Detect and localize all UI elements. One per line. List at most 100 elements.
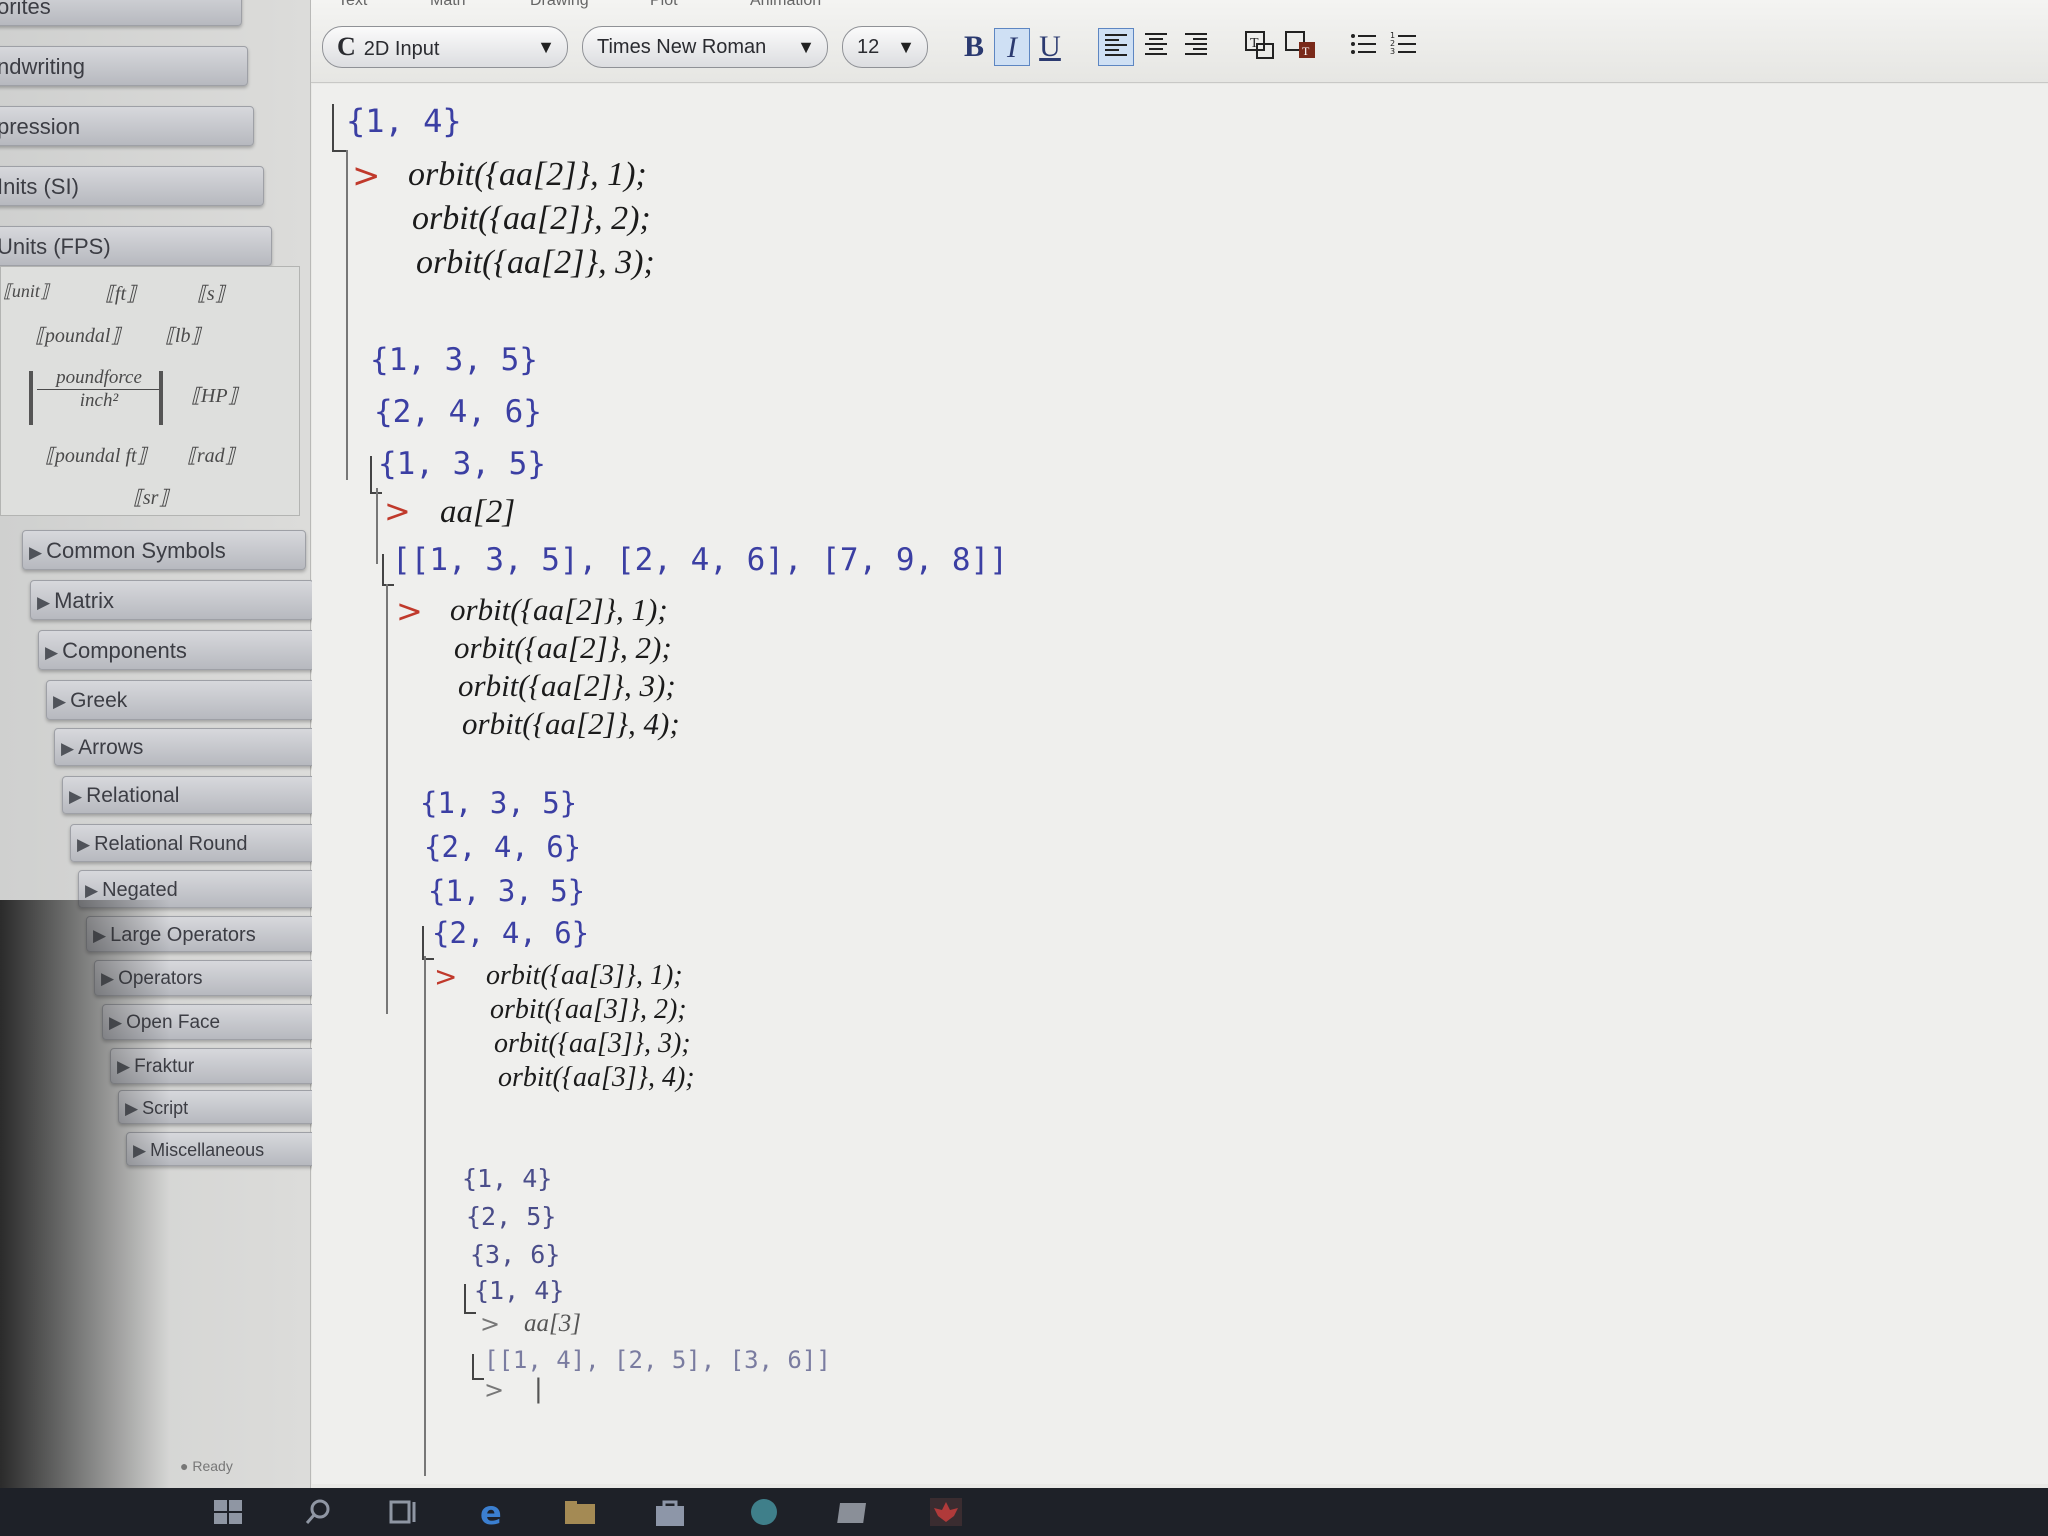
chevron-down-icon: ▼ (537, 37, 555, 57)
poundal-ft-unit-button[interactable]: ⟦poundal ft⟧ (45, 443, 146, 468)
input-line[interactable]: orbit({aa[2]}, 2); (412, 200, 651, 238)
input-mode-dropdown[interactable]: C 2D Input ▼ (322, 26, 568, 68)
sr-unit-button[interactable]: ⟦sr⟧ (133, 485, 168, 510)
palette-handwriting[interactable]: ndwriting (0, 46, 248, 86)
search-icon[interactable] (300, 1496, 336, 1528)
poundal-unit-button[interactable]: ⟦poundal⟧ (35, 323, 120, 348)
output-line: {1, 3, 5} (378, 446, 546, 482)
input-line[interactable]: aa[3] (524, 1310, 581, 1338)
input-line[interactable]: orbit({aa[3]}, 1); (486, 960, 683, 992)
align-left-icon (1105, 34, 1127, 56)
table-insert-button[interactable]: T (1282, 28, 1318, 66)
chevron-down-icon: ▼ (897, 37, 915, 57)
input-line[interactable]: orbit({aa[3]}, 4); (498, 1062, 695, 1094)
input-line[interactable]: orbit({aa[2]}, 1); (450, 592, 668, 628)
italic-button[interactable]: I (994, 28, 1030, 66)
app-window-icon[interactable] (836, 1496, 872, 1528)
text-box-button[interactable]: T (1242, 28, 1278, 66)
palette-label: Inits (SI) (0, 174, 79, 199)
input-line[interactable]: orbit({aa[3]}, 2); (490, 994, 687, 1026)
input-line[interactable]: aa[2] (440, 494, 515, 531)
palette-label: Units (FPS) (0, 234, 111, 259)
svg-text:e: e (480, 1496, 502, 1528)
input-line[interactable]: orbit({aa[2]}, 3); (458, 668, 676, 704)
windows-start-icon[interactable] (210, 1496, 246, 1528)
font-size-dropdown[interactable]: 12 ▼ (842, 26, 928, 68)
palette-expression[interactable]: pression (0, 106, 254, 146)
s-unit-button[interactable]: ⟦s⟧ (197, 281, 225, 306)
palette-matrix[interactable]: ▶ Matrix (30, 580, 314, 620)
status-dot-icon: ● (180, 1458, 193, 1474)
tab-math[interactable]: Math (430, 0, 466, 9)
output-line: {2, 4, 6} (432, 916, 590, 950)
prompt-icon: > (434, 960, 458, 993)
group-bar (346, 150, 348, 480)
triangle-right-icon: ▶ (53, 692, 67, 711)
group-bar (376, 488, 378, 564)
prompt-icon: > (384, 492, 411, 530)
palette-label: Relational Round (94, 833, 248, 855)
font-family-dropdown[interactable]: Times New Roman ▼ (582, 26, 828, 68)
input-line[interactable]: orbit({aa[2]}, 1); (408, 156, 647, 194)
svg-text:3: 3 (1390, 47, 1395, 56)
group-bar (386, 584, 388, 1014)
worksheet[interactable]: {1, 4} > orbit({aa[2]}, 1); orbit({aa[2]… (312, 84, 2048, 1484)
bullet-list-icon (1351, 34, 1376, 54)
tab-text[interactable]: Text (338, 0, 367, 9)
ft-unit-button[interactable]: ⟦ft⟧ (105, 281, 136, 306)
windows-taskbar: e (0, 1488, 2048, 1536)
lb-unit-button[interactable]: ⟦lb⟧ (165, 323, 200, 348)
align-left-button[interactable] (1098, 28, 1134, 66)
input-line[interactable]: orbit({aa[3]}, 3); (494, 1028, 691, 1060)
triangle-right-icon: ▶ (45, 643, 59, 662)
maple-app-icon[interactable] (928, 1496, 964, 1528)
bullet-list-button[interactable] (1346, 28, 1382, 66)
tab-animation[interactable]: Animation (750, 0, 821, 9)
file-explorer-icon[interactable] (562, 1496, 598, 1528)
tab-plot[interactable]: Plot (650, 0, 678, 9)
matrix-output-line: [[1, 3, 5], [2, 4, 6], [7, 9, 8]] (392, 542, 1008, 578)
tab-drawing[interactable]: Drawing (530, 0, 589, 9)
prompt-icon: > (484, 1376, 505, 1404)
units-fps-panel: ⟦unit⟧ ⟦ft⟧ ⟦s⟧ ⟦poundal⟧ ⟦lb⟧ poundforc… (0, 266, 300, 516)
bold-button[interactable]: B (956, 28, 992, 66)
chevron-down-icon: ▼ (797, 37, 815, 57)
output-line: {2, 4, 6} (424, 830, 582, 864)
palette-favorites[interactable]: orites (0, 0, 242, 26)
rad-unit-button[interactable]: ⟦rad⟧ (187, 443, 235, 468)
unit-button[interactable]: ⟦unit⟧ (3, 281, 49, 302)
align-center-button[interactable] (1138, 28, 1174, 66)
poundforce-per-inch2-button[interactable]: poundforce inch² (37, 367, 161, 412)
palette-greek[interactable]: ▶ Greek (46, 680, 330, 720)
input-line[interactable]: orbit({aa[2]}, 4); (462, 706, 680, 742)
app-circle-icon[interactable] (746, 1496, 782, 1528)
edge-browser-icon[interactable]: e (476, 1494, 512, 1532)
palette-label: Components (62, 638, 187, 663)
palette-relational[interactable]: ▶ Relational (62, 776, 346, 814)
palette-label: Greek (70, 689, 128, 712)
fraction-numerator: poundforce (37, 367, 161, 390)
input-line[interactable]: orbit({aa[2]}, 2); (454, 630, 672, 666)
output-line: {1, 3, 5} (370, 342, 538, 378)
status-bar: ● Ready (180, 1458, 233, 1474)
text-cursor: | (534, 1374, 543, 1404)
group-bracket (422, 926, 434, 960)
palette-label: pression (0, 114, 81, 139)
output-line: {1, 3, 5} (428, 874, 586, 908)
input-line[interactable]: orbit({aa[2]}, 3); (416, 244, 655, 282)
store-icon[interactable] (652, 1496, 688, 1528)
output-line: {1, 4} (462, 1164, 553, 1193)
palette-components[interactable]: ▶ Components (38, 630, 322, 670)
task-view-icon[interactable] (386, 1496, 422, 1528)
group-bracket (382, 554, 394, 586)
align-right-button[interactable] (1178, 28, 1214, 66)
hp-unit-button[interactable]: ⟦HP⟧ (191, 383, 237, 408)
palette-common-symbols[interactable]: ▶ Common Symbols (22, 530, 306, 570)
palette-arrows[interactable]: ▶ Arrows (54, 728, 338, 766)
palette-units-si[interactable]: Inits (SI) (0, 166, 264, 206)
bracket-right (159, 371, 163, 425)
palette-units-fps[interactable]: Units (FPS) (0, 226, 272, 266)
underline-button[interactable]: U (1032, 28, 1068, 66)
numbered-list-button[interactable]: 123 (1386, 28, 1422, 66)
svg-text:T: T (1302, 44, 1310, 58)
